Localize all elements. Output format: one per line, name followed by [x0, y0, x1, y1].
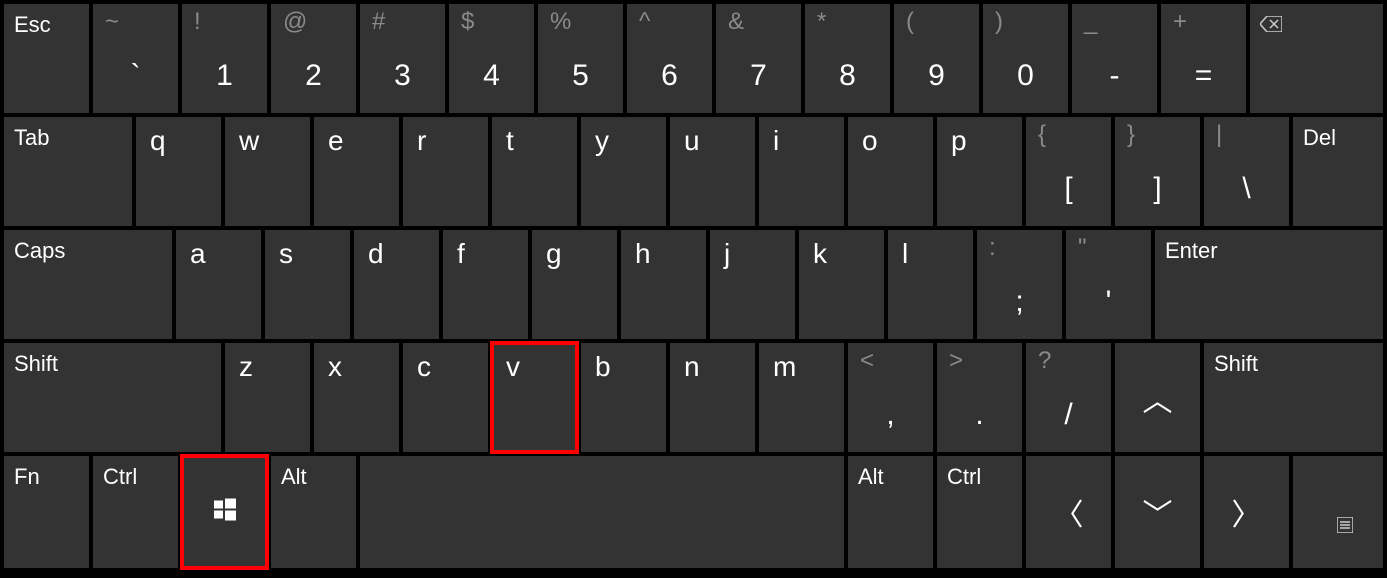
- enter-key[interactable]: Enter: [1155, 230, 1383, 339]
- nine-key[interactable]: (9: [894, 4, 979, 113]
- left-alt-key[interactable]: Alt: [271, 456, 356, 568]
- left-ctrl-key[interactable]: Ctrl: [93, 456, 178, 568]
- backtick-key[interactable]: ~`: [93, 4, 178, 113]
- five-key[interactable]: %5: [538, 4, 623, 113]
- two-key[interactable]: @2: [271, 4, 356, 113]
- o-key[interactable]: o: [848, 117, 933, 226]
- one-key[interactable]: !1: [182, 4, 267, 113]
- right-alt-key[interactable]: Alt: [848, 456, 933, 568]
- g-key[interactable]: g: [532, 230, 617, 339]
- backspace-icon: [1260, 12, 1282, 38]
- e-key[interactable]: e: [314, 117, 399, 226]
- menu-icon: [1337, 517, 1353, 538]
- j-key[interactable]: j: [710, 230, 795, 339]
- i-key[interactable]: i: [759, 117, 844, 226]
- v-key[interactable]: v: [492, 343, 577, 452]
- right-shift-key[interactable]: Shift: [1204, 343, 1383, 452]
- q-key[interactable]: q: [136, 117, 221, 226]
- a-key[interactable]: a: [176, 230, 261, 339]
- delete-key[interactable]: Del: [1293, 117, 1383, 226]
- seven-key[interactable]: &7: [716, 4, 801, 113]
- chevron-right-icon: 〉: [1232, 490, 1262, 534]
- zero-key[interactable]: )0: [983, 4, 1068, 113]
- six-key[interactable]: ^6: [627, 4, 712, 113]
- backslash-key[interactable]: |\: [1204, 117, 1289, 226]
- chevron-left-icon: 〈: [1054, 490, 1084, 534]
- y-key[interactable]: y: [581, 117, 666, 226]
- right-ctrl-key[interactable]: Ctrl: [937, 456, 1022, 568]
- caps-lock-key[interactable]: Caps: [4, 230, 172, 339]
- x-key[interactable]: x: [314, 343, 399, 452]
- m-key[interactable]: m: [759, 343, 844, 452]
- slash-key[interactable]: ?/: [1026, 343, 1111, 452]
- left-bracket-key[interactable]: {[: [1026, 117, 1111, 226]
- four-key[interactable]: $4: [449, 4, 534, 113]
- k-key[interactable]: k: [799, 230, 884, 339]
- r-key[interactable]: r: [403, 117, 488, 226]
- semicolon-key[interactable]: :;: [977, 230, 1062, 339]
- chevron-down-icon: ﹀: [1143, 490, 1173, 534]
- minus-key[interactable]: _-: [1072, 4, 1157, 113]
- d-key[interactable]: d: [354, 230, 439, 339]
- up-arrow-key[interactable]: ︿: [1115, 343, 1200, 452]
- b-key[interactable]: b: [581, 343, 666, 452]
- on-screen-keyboard: Esc ~` !1 @2 #3 $4 %5 ^6 &7 *8 (9 )0 _- …: [0, 0, 1387, 578]
- down-arrow-key[interactable]: ﹀: [1115, 456, 1200, 568]
- f-key[interactable]: f: [443, 230, 528, 339]
- u-key[interactable]: u: [670, 117, 755, 226]
- period-key[interactable]: >.: [937, 343, 1022, 452]
- tab-key[interactable]: Tab: [4, 117, 132, 226]
- equals-key[interactable]: +=: [1161, 4, 1246, 113]
- windows-logo-icon: [214, 499, 236, 526]
- p-key[interactable]: p: [937, 117, 1022, 226]
- right-bracket-key[interactable]: }]: [1115, 117, 1200, 226]
- fn-key[interactable]: Fn: [4, 456, 89, 568]
- three-key[interactable]: #3: [360, 4, 445, 113]
- esc-key[interactable]: Esc: [4, 4, 89, 113]
- eight-key[interactable]: *8: [805, 4, 890, 113]
- n-key[interactable]: n: [670, 343, 755, 452]
- space-key[interactable]: [360, 456, 844, 568]
- left-shift-key[interactable]: Shift: [4, 343, 221, 452]
- z-key[interactable]: z: [225, 343, 310, 452]
- chevron-up-icon: ︿: [1143, 376, 1173, 420]
- w-key[interactable]: w: [225, 117, 310, 226]
- quote-key[interactable]: "': [1066, 230, 1151, 339]
- menu-key[interactable]: [1293, 456, 1383, 568]
- windows-key[interactable]: [182, 456, 267, 568]
- comma-key[interactable]: <,: [848, 343, 933, 452]
- backspace-key[interactable]: [1250, 4, 1383, 113]
- s-key[interactable]: s: [265, 230, 350, 339]
- h-key[interactable]: h: [621, 230, 706, 339]
- right-arrow-key[interactable]: 〉: [1204, 456, 1289, 568]
- l-key[interactable]: l: [888, 230, 973, 339]
- t-key[interactable]: t: [492, 117, 577, 226]
- left-arrow-key[interactable]: 〈: [1026, 456, 1111, 568]
- c-key[interactable]: c: [403, 343, 488, 452]
